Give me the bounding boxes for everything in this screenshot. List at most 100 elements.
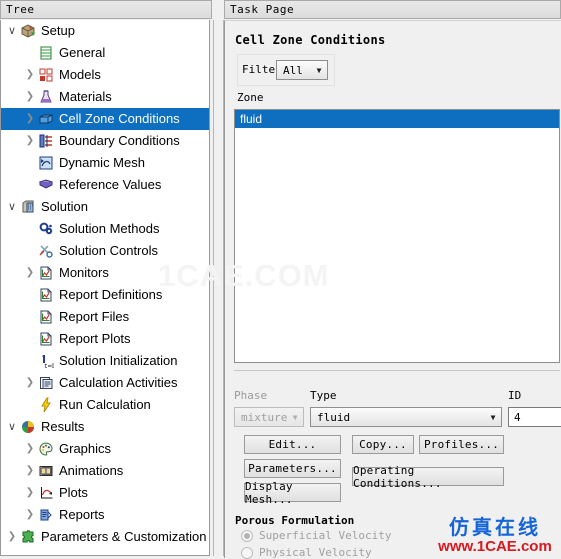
tree-item-setup[interactable]: ∨ Setup [1, 20, 209, 42]
tree-item-label: Run Calculation [59, 397, 151, 412]
tree-item-parameters-customization[interactable]: ❯ Parameters & Customization [1, 526, 209, 548]
section-divider [234, 370, 560, 371]
filter-value: All [283, 63, 303, 77]
run-calculation-lightning-icon [37, 396, 55, 414]
copy-button[interactable]: Copy... [352, 435, 414, 454]
dynamic-mesh-icon [37, 154, 55, 172]
zone-list[interactable]: fluid [234, 109, 560, 363]
filter-dropdown[interactable]: All ▼ [276, 60, 328, 80]
filter-group: Filter All ▼ [237, 54, 335, 86]
chevron-right-icon[interactable]: ❯ [23, 466, 37, 476]
tree-panel: Tree ∨ Setup General ❯ Models ❯ Materials ❯ Cell… [0, 0, 212, 558]
radio-button-icon [241, 529, 253, 542]
tree-item-label: Monitors [59, 265, 109, 280]
tree-item-solution-controls[interactable]: Solution Controls [1, 240, 209, 262]
tree-item-label: Solution [41, 199, 88, 214]
report-definitions-icon [37, 286, 55, 304]
operating-conditions-button[interactable]: Operating Conditions... [352, 464, 504, 490]
tree-item-reports[interactable]: ❯ Reports [1, 504, 209, 526]
tree-item-calculation-activities[interactable]: ❯ Calculation Activities [1, 372, 209, 394]
edit-button[interactable]: Edit... [244, 435, 341, 454]
tree-item-graphics[interactable]: ❯ Graphics [1, 438, 209, 460]
plots-curve-icon [37, 484, 55, 502]
chevron-down-icon: ▼ [490, 412, 496, 422]
chevron-down-icon[interactable]: ∨ [5, 25, 19, 37]
tree-item-dynamic-mesh[interactable]: Dynamic Mesh [1, 152, 209, 174]
tree-item-solution-methods[interactable]: Solution Methods [1, 218, 209, 240]
materials-flask-icon [37, 88, 55, 106]
id-label: ID [508, 389, 522, 402]
cell-zone-icon [37, 110, 55, 128]
tree-item-run-calculation[interactable]: Run Calculation [1, 394, 209, 416]
display-mesh-button[interactable]: Display Mesh... [244, 480, 341, 506]
tree-item-solution[interactable]: ∨ Solution [1, 196, 209, 218]
svg-text:t=0: t=0 [44, 363, 54, 369]
tree-item-results[interactable]: ∨ Results [1, 416, 209, 438]
radio-physical-velocity-label: Physical Velocity [259, 546, 372, 559]
tree-item-label: Solution Controls [59, 243, 158, 258]
tree-item-label: Models [59, 67, 101, 82]
chevron-down-icon: ▼ [316, 65, 322, 75]
chevron-right-icon[interactable]: ❯ [23, 268, 37, 278]
phase-dropdown: mixture ▼ [234, 407, 304, 427]
task-page-header: Task Page [224, 0, 561, 19]
tree-item-materials[interactable]: ❯ Materials [1, 86, 209, 108]
tree-item-cell-zone-conditions[interactable]: ❯ Cell Zone Conditions [1, 108, 209, 130]
chevron-right-icon[interactable]: ❯ [23, 488, 37, 498]
chevron-right-icon[interactable]: ❯ [23, 510, 37, 520]
parameters-button[interactable]: Parameters... [244, 459, 341, 478]
chevron-down-icon: ▼ [292, 412, 298, 422]
chevron-down-icon[interactable]: ∨ [5, 421, 19, 433]
chevron-right-icon[interactable]: ❯ [23, 444, 37, 454]
profiles-button[interactable]: Profiles... [419, 435, 504, 454]
tree-item-models[interactable]: ❯ Models [1, 64, 209, 86]
zone-label: Zone [237, 91, 264, 104]
tree-item-label: Dynamic Mesh [59, 155, 145, 170]
tree-item-animations[interactable]: ❯ Animations [1, 460, 209, 482]
chevron-right-icon[interactable]: ❯ [23, 70, 37, 80]
tree-item-boundary-conditions[interactable]: ❯ Boundary Conditions [1, 130, 209, 152]
tree-item-reference-values[interactable]: Reference Values [1, 174, 209, 196]
tree-item-label: Report Files [59, 309, 130, 324]
tree-item-report-plots[interactable]: Report Plots [1, 328, 209, 350]
tree-item-label: Parameters & Customization [41, 529, 207, 544]
tree-item-label: Results [41, 419, 85, 434]
radio-superficial-velocity: Superficial Velocity [241, 529, 391, 542]
calculation-activities-icon [37, 374, 55, 392]
tree-item-label: Cell Zone Conditions [59, 111, 180, 126]
radio-button-icon [241, 546, 253, 559]
boundary-conditions-icon [37, 132, 55, 150]
chevron-down-icon[interactable]: ∨ [5, 201, 19, 213]
tree-item-label: Solution Initialization [59, 353, 178, 368]
type-dropdown[interactable]: fluid ▼ [310, 407, 502, 427]
tree-item-label: Report Plots [59, 331, 131, 346]
phase-label: Phase [234, 389, 268, 402]
solution-building-icon [19, 198, 37, 216]
page-title: Cell Zone Conditions [235, 33, 386, 47]
type-label: Type [310, 389, 337, 402]
chevron-right-icon[interactable]: ❯ [23, 378, 37, 388]
setup-box-icon [19, 22, 37, 40]
tree-item-report-files[interactable]: Report Files [1, 306, 209, 328]
radio-physical-velocity: Physical Velocity [241, 546, 372, 559]
tree-item-solution-initialization[interactable]: t=0 Solution Initialization [1, 350, 209, 372]
tree-item-plots[interactable]: ❯ Plots [1, 482, 209, 504]
tree-item-general[interactable]: General [1, 42, 209, 64]
tree-list[interactable]: ∨ Setup General ❯ Models ❯ Materials ❯ Cell Zone… [0, 20, 210, 556]
tree-item-label: Solution Methods [59, 221, 160, 236]
tree-item-label: Materials [59, 89, 112, 104]
parameters-puzzle-icon [19, 528, 37, 546]
chevron-right-icon[interactable]: ❯ [5, 532, 19, 542]
solution-controls-tools-icon [37, 242, 55, 260]
zone-list-item[interactable]: fluid [235, 110, 559, 128]
tree-item-monitors[interactable]: ❯ Monitors [1, 262, 209, 284]
id-value: 4 [514, 410, 521, 424]
panel-splitter[interactable] [213, 20, 224, 556]
chevron-right-icon[interactable]: ❯ [23, 114, 37, 124]
id-input[interactable]: 4 [508, 407, 561, 427]
chevron-right-icon[interactable]: ❯ [23, 136, 37, 146]
chevron-right-icon[interactable]: ❯ [23, 92, 37, 102]
tree-item-report-definitions[interactable]: Report Definitions [1, 284, 209, 306]
tree-item-label: Reference Values [59, 177, 162, 192]
tree-item-label: Boundary Conditions [59, 133, 180, 148]
